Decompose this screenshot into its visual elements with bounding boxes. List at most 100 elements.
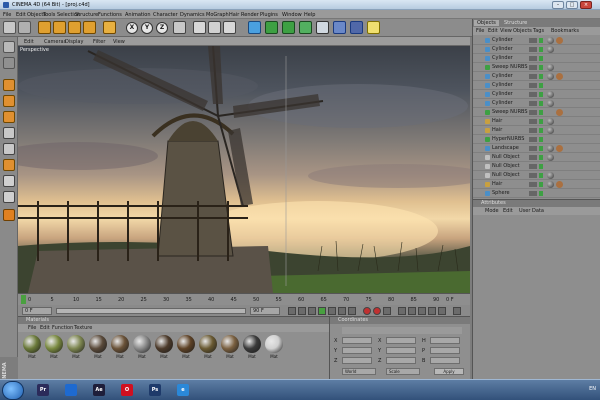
object-row[interactable]: Cylinder (473, 54, 600, 63)
axis-tool-icon[interactable] (3, 111, 15, 123)
object-row[interactable]: Null Object (473, 171, 600, 180)
material-tag-icon[interactable] (547, 154, 554, 161)
enable-check[interactable] (539, 110, 543, 115)
object-row[interactable]: Hair (473, 180, 600, 189)
go-to-end-icon[interactable] (348, 307, 356, 315)
keyframe-selection-icon[interactable] (383, 307, 391, 315)
enable-check[interactable] (539, 47, 543, 52)
material-item[interactable]: Mat (220, 335, 240, 363)
tab-objects[interactable]: Objects (474, 20, 499, 26)
make-editable-icon[interactable] (3, 41, 15, 53)
object-row[interactable]: Cylinder (473, 72, 600, 81)
visibility-dots[interactable] (529, 92, 537, 97)
taskbar-app-5[interactable]: e (172, 382, 194, 398)
rot-h-field[interactable] (430, 337, 460, 344)
visibility-dots[interactable] (529, 182, 537, 187)
visibility-dots[interactable] (529, 74, 537, 79)
viewport-menu-cameras[interactable]: Cameras (44, 39, 66, 45)
enable-check[interactable] (539, 119, 543, 124)
objects-menu-edit[interactable]: Edit (488, 28, 498, 34)
autokey-icon[interactable] (373, 307, 381, 315)
material-item[interactable]: Mat (198, 335, 218, 363)
taskbar-app-1[interactable] (60, 382, 82, 398)
language-indicator[interactable]: EN (589, 386, 596, 392)
minimize-button[interactable]: – (552, 1, 564, 9)
enable-check[interactable] (539, 173, 543, 178)
pos-x-field[interactable] (342, 337, 372, 344)
array-icon[interactable] (299, 21, 312, 34)
visibility-dots[interactable] (529, 137, 537, 142)
menu-help[interactable]: Help (304, 12, 315, 18)
material-item[interactable]: Mat (154, 335, 174, 363)
material-tag-icon[interactable] (547, 64, 554, 71)
materials-menu-function[interactable]: Function (52, 325, 73, 331)
visibility-dots[interactable] (529, 38, 537, 43)
axis-x-button[interactable]: X (126, 22, 138, 34)
edges-tool-icon[interactable] (3, 143, 15, 155)
rot-p-field[interactable] (430, 347, 460, 354)
object-row[interactable]: Landscape (473, 144, 600, 153)
material-tag-icon[interactable] (547, 46, 554, 53)
nurbs-icon[interactable] (282, 21, 295, 34)
material-item[interactable]: Mat (132, 335, 152, 363)
polygons-tool-icon[interactable] (3, 159, 15, 171)
scale-key-icon[interactable] (408, 307, 416, 315)
visibility-dots[interactable] (529, 119, 537, 124)
menu-hair[interactable]: Hair (229, 12, 239, 18)
preview-range-slider[interactable] (56, 308, 246, 314)
menu-render[interactable]: Render (241, 12, 259, 18)
taskbar-app-4[interactable]: Ps (144, 382, 166, 398)
go-to-start-icon[interactable] (288, 307, 296, 315)
live-selection-icon[interactable] (38, 21, 51, 34)
apply-button[interactable]: Apply (434, 368, 464, 375)
taskbar-app-3[interactable]: O (116, 382, 138, 398)
visibility-dots[interactable] (529, 56, 537, 61)
start-frame-field[interactable]: 0 F (22, 307, 52, 315)
material-tag-icon[interactable] (547, 37, 554, 44)
object-row[interactable]: Hair (473, 126, 600, 135)
size-x-field[interactable] (386, 337, 416, 344)
visibility-dots[interactable] (529, 65, 537, 70)
menu-mograph[interactable]: MoGraph (206, 12, 229, 18)
previous-frame-icon[interactable] (308, 307, 316, 315)
menu-edit[interactable]: Edit (16, 12, 26, 18)
phong-tag-icon[interactable] (556, 37, 563, 44)
size-z-field[interactable] (386, 357, 416, 364)
material-tag-icon[interactable] (547, 100, 554, 107)
object-row[interactable]: Cylinder (473, 90, 600, 99)
visibility-dots[interactable] (529, 101, 537, 106)
scale-icon[interactable] (68, 21, 81, 34)
visibility-dots[interactable] (529, 128, 537, 133)
menu-functions[interactable]: Functions (98, 12, 122, 18)
paint-tool-icon[interactable] (3, 209, 15, 221)
material-item[interactable]: Mat (242, 335, 262, 363)
visibility-dots[interactable] (529, 164, 537, 169)
rotate-icon[interactable] (83, 21, 96, 34)
visibility-dots[interactable] (529, 146, 537, 151)
render-picture-viewer-icon[interactable] (208, 21, 221, 34)
close-button[interactable]: × (580, 1, 592, 9)
menu-tools[interactable]: Tools (43, 12, 55, 18)
visibility-dots[interactable] (529, 173, 537, 178)
viewport-menu-view[interactable]: View (113, 39, 125, 45)
menu-structure[interactable]: Structure (75, 12, 98, 18)
model-tool-icon[interactable] (3, 57, 15, 69)
material-tag-icon[interactable] (547, 118, 554, 125)
camera-icon[interactable] (350, 21, 363, 34)
object-row[interactable]: Cylinder (473, 99, 600, 108)
object-row[interactable]: Sweep NURBS (473, 63, 600, 72)
play-icon[interactable] (318, 307, 326, 315)
size-y-field[interactable] (386, 347, 416, 354)
scene-icon[interactable] (333, 21, 346, 34)
phong-tag-icon[interactable] (556, 181, 563, 188)
rot-b-field[interactable] (430, 357, 460, 364)
object-row[interactable]: Null Object (473, 162, 600, 171)
objects-menu-view[interactable]: View (500, 28, 512, 34)
parameter-key-icon[interactable] (428, 307, 436, 315)
enable-check[interactable] (539, 146, 543, 151)
enable-check[interactable] (539, 38, 543, 43)
timeline-ruler[interactable]: 0 5 10 15 20 25 30 35 40 45 50 55 60 65 70 75 80 85 90 0 F (18, 293, 470, 305)
next-frame-icon[interactable] (328, 307, 336, 315)
attributes-menu-mode[interactable]: Mode (485, 208, 499, 214)
materials-menu-texture[interactable]: Texture (74, 325, 92, 331)
